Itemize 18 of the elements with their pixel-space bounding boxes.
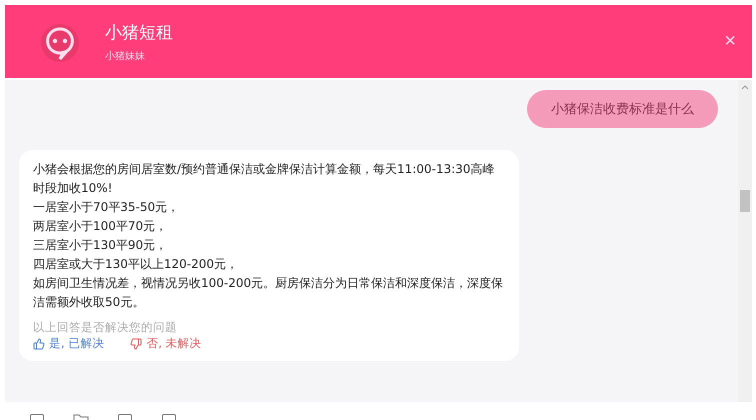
scroll-up-icon[interactable]	[741, 84, 749, 90]
feedback-question: 以上回答是否解决您的问题	[33, 319, 178, 336]
answer-text: 两居室小于100平70元，	[33, 218, 168, 235]
agent-name: 小猪妹妹	[105, 50, 146, 62]
answer-text: 三居室小于130平90元，	[33, 237, 168, 254]
unresolved-button[interactable]: 否, 未解决	[130, 336, 202, 351]
scrollbar-thumb[interactable]	[740, 190, 750, 212]
answer-text: 如房间卫生情况差，视情况另收100-200元。厨房保洁分为日常保洁和深度保洁，深度保洁需额外收取50元。	[33, 275, 504, 311]
answer-text: 小猪会根据您的房间居室数/预约普通保洁或金牌保洁计算金额，每天11:00-13:30高峰时段加收10%!	[33, 161, 496, 197]
answer-text: 一居室小于70平35-50元，	[33, 199, 180, 216]
scrollbar[interactable]	[738, 80, 752, 402]
user-message: 小猪保洁收费标准是什么	[527, 90, 718, 128]
thumbs-down-icon	[130, 338, 142, 350]
resolved-button[interactable]: 是, 已解决	[33, 336, 104, 351]
app-title: 小猪短租	[105, 22, 174, 44]
close-button[interactable]: ×	[720, 30, 740, 53]
thumbs-up-icon	[33, 338, 45, 350]
answer-text: 四居室或大于130平以上120-200元，	[33, 256, 240, 273]
